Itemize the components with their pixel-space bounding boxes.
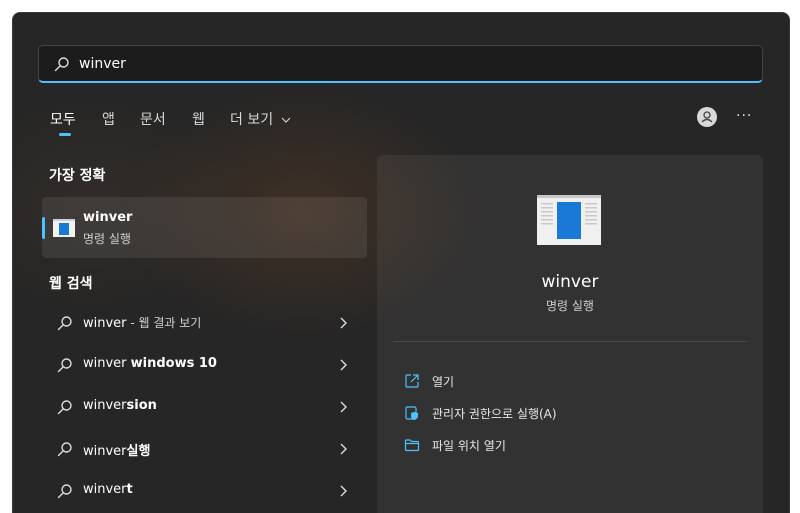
- admin-shield-icon: [405, 406, 418, 420]
- open-icon: [405, 374, 419, 388]
- tab-apps[interactable]: 앱: [102, 109, 115, 129]
- winver-large-icon: [537, 195, 601, 245]
- suggestion-text: winver: [83, 444, 127, 459]
- suggestion-text: winver: [83, 316, 127, 331]
- suggestion-text: winver: [83, 482, 127, 497]
- search-box[interactable]: winver: [38, 45, 763, 83]
- divider: [393, 341, 747, 342]
- search-icon: [57, 400, 72, 415]
- action-open[interactable]: 열기: [404, 370, 734, 394]
- more-options-button[interactable]: ···: [736, 108, 752, 124]
- action-run-as-admin[interactable]: 관리자 권한으로 실행(A): [404, 402, 734, 426]
- search-icon: [57, 358, 72, 373]
- best-match-title: winver: [83, 210, 133, 225]
- web-suggestion[interactable]: winversion: [42, 387, 367, 427]
- active-tab-indicator: [59, 133, 71, 136]
- chevron-right-icon: [340, 359, 347, 371]
- action-open-label: 열기: [432, 375, 455, 389]
- web-suggestion[interactable]: winvert: [42, 471, 367, 511]
- detail-subtitle: 명령 실행: [546, 299, 594, 313]
- chevron-right-icon: [340, 443, 347, 455]
- chevron-down-icon: [281, 117, 290, 123]
- tab-more-label: 더 보기: [230, 112, 274, 128]
- web-suggestion[interactable]: winver - 웹 결과 보기: [42, 303, 367, 343]
- suggestion-completion: sion: [126, 398, 157, 413]
- web-suggestion-label: winver - 웹 결과 보기: [83, 314, 201, 331]
- suggestion-text: winver: [83, 356, 131, 371]
- detail-pane: winver 명령 실행 열기 관리자 권한으로 실행(A) 파일 위치 열기: [377, 155, 763, 513]
- action-open-file-location[interactable]: 파일 위치 열기: [404, 434, 734, 458]
- action-open-file-location-label: 파일 위치 열기: [432, 439, 506, 453]
- start-search-panel: winver 모두 앱 문서 웹 더 보기 ··· 가장 정확 winver 명…: [12, 12, 790, 513]
- user-icon: [701, 111, 713, 123]
- best-match-subtitle: 명령 실행: [83, 232, 131, 246]
- chevron-right-icon: [340, 401, 347, 413]
- web-suggestion-label: winver실행: [83, 440, 150, 459]
- search-input[interactable]: winver: [79, 56, 126, 72]
- search-icon: [54, 57, 69, 72]
- web-suggestion-label: winver windows 10: [83, 356, 217, 371]
- best-match-item[interactable]: winver 명령 실행: [42, 197, 367, 258]
- best-match-heading: 가장 정확: [49, 168, 106, 184]
- tab-all[interactable]: 모두: [50, 109, 76, 129]
- tab-web[interactable]: 웹: [192, 109, 205, 129]
- chevron-right-icon: [340, 317, 347, 329]
- web-search-heading: 웹 검색: [49, 276, 93, 292]
- search-icon: [57, 316, 72, 331]
- search-icon: [57, 442, 72, 457]
- avatar[interactable]: [697, 107, 717, 127]
- selection-indicator: [42, 217, 45, 239]
- web-suggestion-label: winversion: [83, 398, 157, 413]
- suggestion-hint: - 웹 결과 보기: [126, 316, 202, 330]
- winver-app-icon: [53, 219, 75, 237]
- suggestion-completion: t: [126, 482, 133, 497]
- web-suggestion[interactable]: winver windows 10: [42, 345, 367, 385]
- suggestion-completion: windows 10: [130, 356, 217, 371]
- web-suggestion-label: winvert: [83, 482, 133, 497]
- detail-title: winver: [541, 272, 599, 292]
- tab-documents[interactable]: 문서: [140, 109, 166, 129]
- tab-more[interactable]: 더 보기: [230, 109, 291, 129]
- web-suggestion[interactable]: winver실행: [42, 429, 367, 469]
- search-icon: [57, 484, 72, 499]
- suggestion-completion: 실행: [126, 444, 151, 459]
- folder-icon: [404, 439, 420, 452]
- action-run-as-admin-label: 관리자 권한으로 실행(A): [432, 407, 557, 421]
- chevron-right-icon: [340, 485, 347, 497]
- suggestion-text: winver: [83, 398, 127, 413]
